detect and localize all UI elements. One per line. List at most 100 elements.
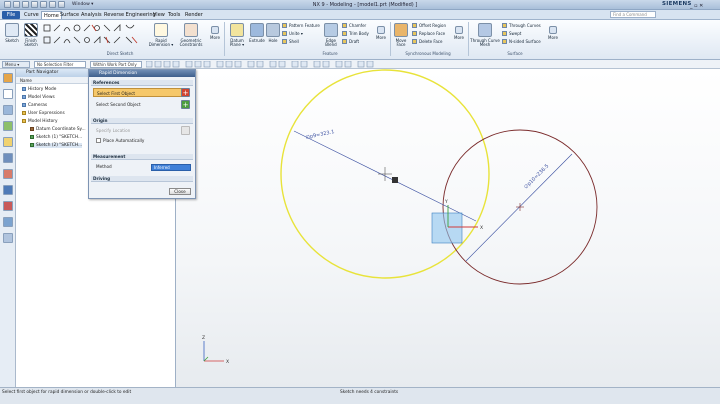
redo-icon[interactable] — [31, 1, 38, 8]
file-menu[interactable]: File — [2, 11, 20, 19]
sketch-curve-gallery[interactable] — [42, 23, 142, 49]
shell-button[interactable]: Shell — [282, 39, 299, 44]
nav-item-model-history[interactable]: Model History — [22, 119, 58, 124]
move-face-button[interactable]: Move Face — [392, 23, 410, 48]
dimension-p10[interactable]: ∅p10=236.5 — [523, 163, 550, 190]
center-point-marker[interactable] — [378, 167, 398, 183]
method-select[interactable]: Inferred — [151, 164, 191, 171]
delete-face-button[interactable]: Delete Face — [412, 39, 442, 44]
specify-location-icon[interactable] — [181, 126, 190, 135]
rapid-dimension-button[interactable]: Rapid Dimension ▾ — [148, 23, 174, 48]
tab-reverse-engineering[interactable]: Reverse Engineering — [102, 11, 158, 19]
specify-location-row[interactable]: Specify Location — [93, 126, 183, 135]
constraint-navigator-icon[interactable] — [3, 105, 13, 115]
pattern-feature-button[interactable]: Pattern Feature — [282, 23, 320, 28]
checkbox-icon[interactable] — [96, 138, 101, 143]
history-icon[interactable] — [3, 169, 13, 179]
section-references[interactable]: References — [91, 80, 193, 86]
nav-item-datum-csys[interactable]: Datum Coordinate Sy... — [30, 127, 86, 132]
datum-plane-button[interactable]: Datum Plane ▾ — [226, 23, 248, 48]
nav-item-model-views[interactable]: Model Views — [22, 95, 55, 100]
select-second-plus-icon[interactable]: + — [181, 100, 190, 109]
window-controls[interactable]: _ ▫ ✕ — [690, 3, 703, 9]
dimension-p9[interactable]: ∅p9=323.1 — [305, 129, 335, 141]
trim-body-icon — [342, 31, 347, 36]
section-driving[interactable]: Driving — [91, 176, 193, 182]
more-sync-button[interactable]: More — [452, 26, 466, 40]
tab-tools[interactable]: Tools — [166, 11, 182, 19]
trim-body-button[interactable]: Trim Body — [342, 31, 369, 36]
group-surface: Surface — [507, 51, 523, 56]
selection-scope-dropdown[interactable]: Within Work Part Only — [90, 61, 142, 68]
tab-render[interactable]: Render — [183, 11, 205, 19]
select-first-plus-icon[interactable]: + — [181, 88, 190, 97]
nav-item-user-expressions[interactable]: User Expressions — [22, 111, 65, 116]
find-command-input[interactable]: Find a Command — [610, 11, 656, 18]
hole-button[interactable]: Hole — [266, 23, 280, 43]
wcs-triad: X Z — [202, 335, 229, 365]
process-studio-icon[interactable] — [3, 185, 13, 195]
selection-tools-icons[interactable] — [146, 61, 396, 68]
web-browser-icon[interactable] — [3, 153, 13, 163]
copy-icon[interactable] — [49, 1, 56, 8]
tab-surface[interactable]: Surface — [58, 11, 81, 19]
close-button[interactable]: Close — [169, 188, 191, 195]
red-center-marker[interactable] — [516, 203, 524, 211]
offset-region-button[interactable]: Offset Region — [412, 23, 446, 28]
hole-icon — [266, 23, 280, 37]
more-sketch-button[interactable]: More — [208, 26, 222, 40]
hd3d-tools-icon[interactable] — [3, 137, 13, 147]
swept-icon — [502, 31, 507, 36]
nx-logo-icon[interactable] — [4, 1, 11, 8]
section-origin[interactable]: Origin — [91, 118, 193, 124]
replace-face-button[interactable]: Replace Face — [412, 31, 445, 36]
tab-analysis[interactable]: Analysis — [79, 11, 104, 19]
palette-icon[interactable] — [3, 233, 13, 243]
swept-button[interactable]: Swept — [502, 31, 521, 36]
reuse-library-icon[interactable] — [3, 121, 13, 131]
extrude-button[interactable]: Extrude — [248, 23, 266, 43]
nav-item-history-mode[interactable]: History Mode — [22, 87, 56, 92]
geometric-constraints-icon — [184, 23, 198, 37]
window-menu[interactable]: Window ▾ — [72, 2, 93, 7]
graphics-window[interactable]: ∅p9=323.1 ∅p10=236.5 X Y X Z — [176, 69, 720, 387]
undo-icon[interactable] — [22, 1, 29, 8]
selection-filter-dropdown[interactable]: No Selection Filter — [34, 61, 86, 68]
roles-icon[interactable] — [3, 201, 13, 211]
n-sided-surface-button[interactable]: N-sided Surface — [502, 39, 541, 44]
draft-button[interactable]: Draft — [342, 39, 359, 44]
dimension-line-2[interactable] — [465, 153, 573, 262]
assembly-navigator-icon[interactable] — [3, 89, 13, 99]
select-second-object-row[interactable]: Select Second Object — [93, 100, 183, 109]
chamfer-button[interactable]: Chamfer — [342, 23, 366, 28]
save-icon[interactable] — [13, 1, 20, 8]
nav-item-sketch-2[interactable]: Sketch (2) "SKETCH... — [30, 143, 83, 148]
cut-icon[interactable] — [40, 1, 47, 8]
tab-view[interactable]: View — [151, 11, 167, 19]
more-feature-button[interactable]: More — [374, 26, 388, 40]
through-curves-button[interactable]: Through Curves — [502, 23, 541, 28]
geometric-constraints-button[interactable]: Geometric Constraints — [176, 23, 206, 48]
nav-item-sketch-1[interactable]: Sketch (1) "SKETCH... — [30, 135, 82, 140]
finish-sketch-icon — [24, 23, 38, 37]
nav-item-cameras[interactable]: Cameras — [22, 103, 47, 108]
through-curve-mesh-button[interactable]: Through Curve Mesh — [470, 23, 500, 48]
place-automatically-checkbox[interactable]: Place Automatically — [93, 136, 183, 145]
menu-dropdown[interactable]: Menu ▾ — [2, 61, 30, 68]
finish-sketch-button[interactable]: Finish Sketch — [22, 23, 40, 48]
tab-curve[interactable]: Curve — [22, 11, 41, 19]
edge-blend-button[interactable]: Edge Blend — [322, 23, 340, 48]
delete-face-icon — [412, 39, 417, 44]
system-scenes-icon[interactable] — [3, 217, 13, 227]
select-first-object-row[interactable]: Select First Object — [93, 88, 183, 97]
more-surface-button[interactable]: More — [546, 26, 560, 40]
section-measurement[interactable]: Measurement — [91, 154, 193, 160]
paste-icon[interactable] — [58, 1, 65, 8]
part-navigator-icon[interactable] — [3, 73, 13, 83]
sketch-button[interactable]: Sketch — [3, 23, 21, 43]
sketch-geometry[interactable]: ∅p9=323.1 ∅p10=236.5 X Y X Z — [176, 69, 720, 387]
user-expressions-icon — [22, 111, 26, 115]
brand-logo: SIEMENS — [662, 1, 692, 7]
unite-button[interactable]: Unite ▾ — [282, 31, 303, 36]
through-curve-mesh-icon — [478, 23, 492, 37]
